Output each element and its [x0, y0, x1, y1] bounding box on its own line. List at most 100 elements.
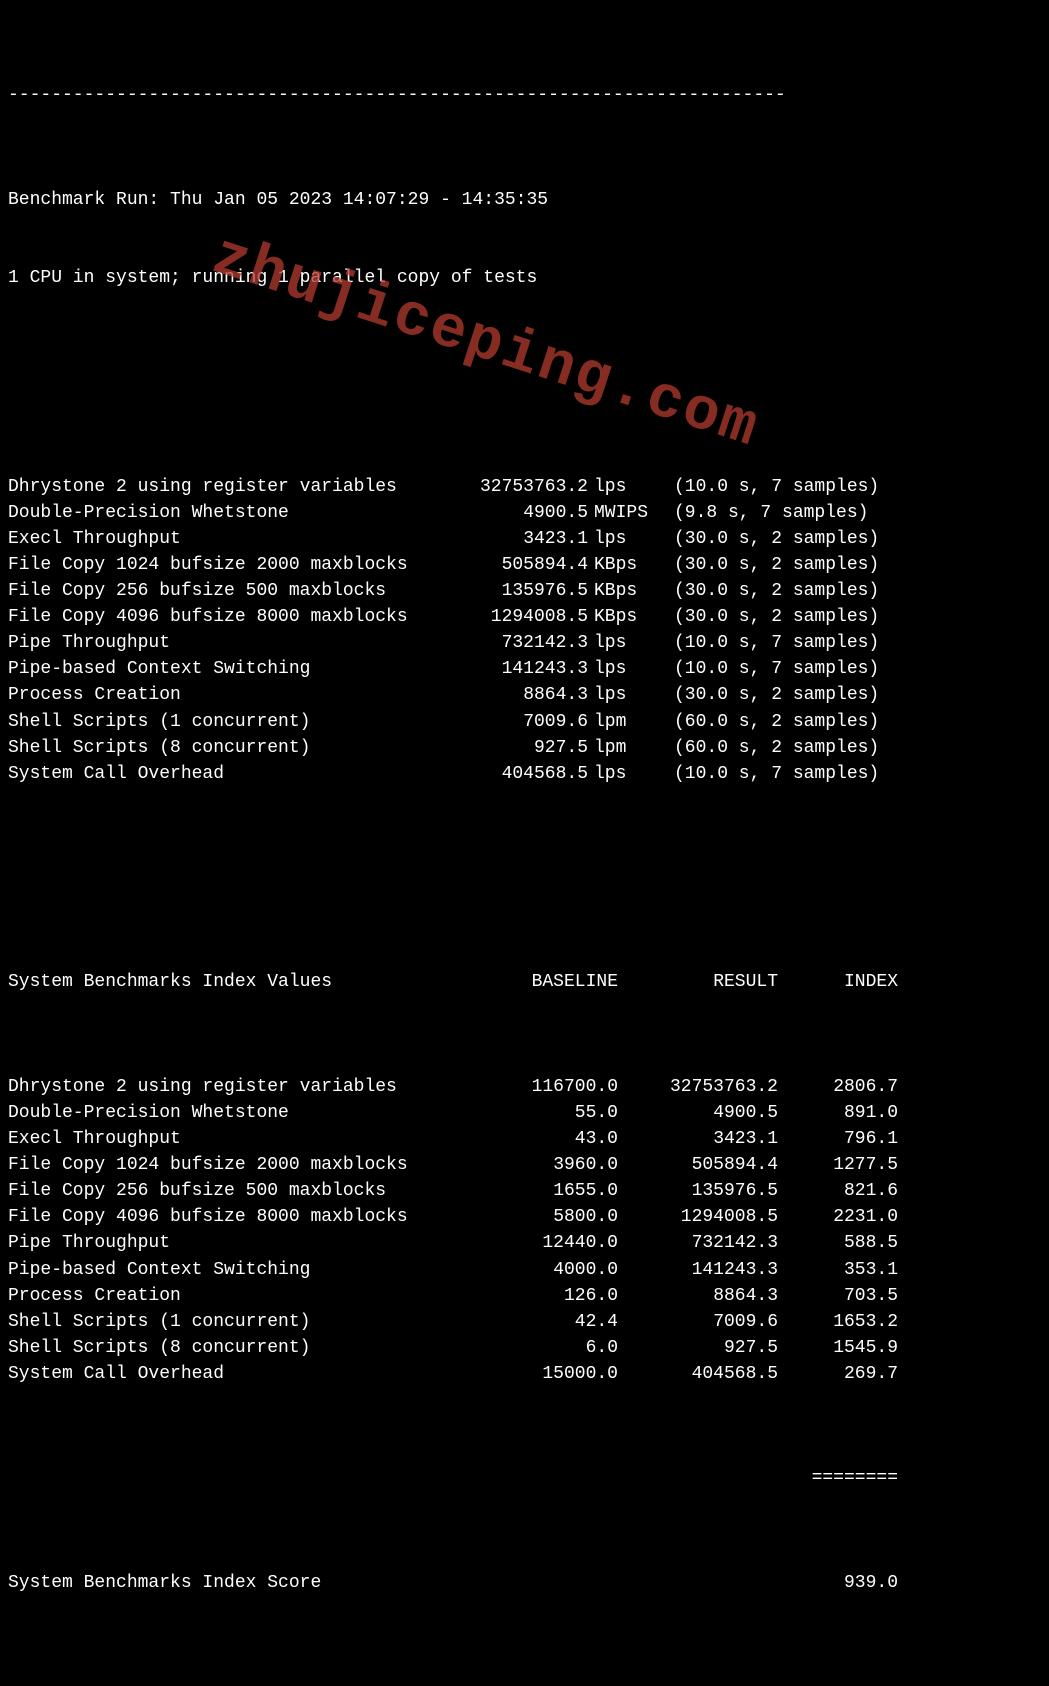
- result-unit: KBps: [588, 552, 654, 578]
- index-index: 796.1: [778, 1126, 898, 1152]
- result-value: 141243.3: [448, 656, 588, 682]
- result-unit: lpm: [588, 709, 654, 735]
- index-name: File Copy 256 bufsize 500 maxblocks: [8, 1178, 488, 1204]
- index-score-value: 939.0: [778, 1570, 898, 1596]
- index-row: Dhrystone 2 using register variables1167…: [8, 1074, 1041, 1100]
- index-baseline: 1655.0: [488, 1178, 618, 1204]
- index-baseline: 15000.0: [488, 1361, 618, 1387]
- index-index: 1277.5: [778, 1152, 898, 1178]
- result-name: Process Creation: [8, 682, 448, 708]
- index-row: File Copy 4096 bufsize 8000 maxblocks580…: [8, 1204, 1041, 1230]
- result-row: Execl Throughput3423.1lps(30.0 s, 2 samp…: [8, 526, 1041, 552]
- result-row: File Copy 256 bufsize 500 maxblocks13597…: [8, 578, 1041, 604]
- result-row: File Copy 1024 bufsize 2000 maxblocks505…: [8, 552, 1041, 578]
- result-unit: lps: [588, 761, 654, 787]
- index-header-row: System Benchmarks Index Values BASELINE …: [8, 969, 1041, 995]
- index-index: 1653.2: [778, 1309, 898, 1335]
- index-baseline: 6.0: [488, 1335, 618, 1361]
- result-meta: (30.0 s, 2 samples): [654, 526, 879, 552]
- result-unit: KBps: [588, 578, 654, 604]
- result-row: Pipe Throughput732142.3lps(10.0 s, 7 sam…: [8, 630, 1041, 656]
- result-unit: MWIPS: [588, 500, 654, 526]
- result-value: 1294008.5: [448, 604, 588, 630]
- index-index: 353.1: [778, 1257, 898, 1283]
- index-baseline: 3960.0: [488, 1152, 618, 1178]
- result-value: 732142.3: [448, 630, 588, 656]
- blank-line: [8, 865, 1041, 891]
- index-index: 269.7: [778, 1361, 898, 1387]
- index-row: Shell Scripts (8 concurrent)6.0927.51545…: [8, 1335, 1041, 1361]
- result-row: File Copy 4096 bufsize 8000 maxblocks129…: [8, 604, 1041, 630]
- index-result: 7009.6: [618, 1309, 778, 1335]
- index-row: Double-Precision Whetstone55.04900.5891.…: [8, 1100, 1041, 1126]
- result-name: File Copy 4096 bufsize 8000 maxblocks: [8, 604, 448, 630]
- result-meta: (30.0 s, 2 samples): [654, 552, 879, 578]
- result-row: Shell Scripts (8 concurrent)927.5lpm(60.…: [8, 735, 1041, 761]
- index-row: Pipe Throughput12440.0732142.3588.5: [8, 1230, 1041, 1256]
- index-index: 1545.9: [778, 1335, 898, 1361]
- index-baseline: 55.0: [488, 1100, 618, 1126]
- index-block: Dhrystone 2 using register variables1167…: [8, 1074, 1041, 1387]
- result-name: Pipe Throughput: [8, 630, 448, 656]
- result-unit: lps: [588, 474, 654, 500]
- result-row: Dhrystone 2 using register variables3275…: [8, 474, 1041, 500]
- watermark-text: zhujiceping.com: [201, 214, 770, 473]
- result-row: System Call Overhead404568.5lps(10.0 s, …: [8, 761, 1041, 787]
- index-result: 3423.1: [618, 1126, 778, 1152]
- index-baseline: 43.0: [488, 1126, 618, 1152]
- index-name: File Copy 4096 bufsize 8000 maxblocks: [8, 1204, 488, 1230]
- index-header-result: RESULT: [618, 969, 778, 995]
- index-result: 1294008.5: [618, 1204, 778, 1230]
- result-name: Dhrystone 2 using register variables: [8, 474, 448, 500]
- result-meta: (10.0 s, 7 samples): [654, 630, 879, 656]
- result-row: Pipe-based Context Switching141243.3lps(…: [8, 656, 1041, 682]
- index-index: 891.0: [778, 1100, 898, 1126]
- index-name: Double-Precision Whetstone: [8, 1100, 488, 1126]
- cpu-info-line: 1 CPU in system; running 1 parallel copy…: [8, 265, 1041, 291]
- result-row: Shell Scripts (1 concurrent)7009.6lpm(60…: [8, 709, 1041, 735]
- result-unit: lpm: [588, 735, 654, 761]
- index-row: System Call Overhead15000.0404568.5269.7: [8, 1361, 1041, 1387]
- index-index: 821.6: [778, 1178, 898, 1204]
- index-result: 8864.3: [618, 1283, 778, 1309]
- index-name: Pipe-based Context Switching: [8, 1257, 488, 1283]
- result-unit: lps: [588, 656, 654, 682]
- divider-line: ----------------------------------------…: [8, 82, 1041, 108]
- index-row: File Copy 256 bufsize 500 maxblocks1655.…: [8, 1178, 1041, 1204]
- index-result: 927.5: [618, 1335, 778, 1361]
- result-meta: (30.0 s, 2 samples): [654, 578, 879, 604]
- index-name: Dhrystone 2 using register variables: [8, 1074, 488, 1100]
- result-value: 927.5: [448, 735, 588, 761]
- result-name: File Copy 1024 bufsize 2000 maxblocks: [8, 552, 448, 578]
- index-result: 32753763.2: [618, 1074, 778, 1100]
- result-meta: (9.8 s, 7 samples): [654, 500, 868, 526]
- index-name: Pipe Throughput: [8, 1230, 488, 1256]
- index-result: 732142.3: [618, 1230, 778, 1256]
- index-result: 135976.5: [618, 1178, 778, 1204]
- index-baseline: 4000.0: [488, 1257, 618, 1283]
- result-value: 505894.4: [448, 552, 588, 578]
- result-meta: (10.0 s, 7 samples): [654, 761, 879, 787]
- result-value: 32753763.2: [448, 474, 588, 500]
- result-unit: lps: [588, 630, 654, 656]
- index-name: Execl Throughput: [8, 1126, 488, 1152]
- result-name: System Call Overhead: [8, 761, 448, 787]
- index-row: Pipe-based Context Switching4000.0141243…: [8, 1257, 1041, 1283]
- result-name: Execl Throughput: [8, 526, 448, 552]
- index-row: Shell Scripts (1 concurrent)42.47009.616…: [8, 1309, 1041, 1335]
- index-separator: ========: [778, 1465, 898, 1491]
- result-meta: (30.0 s, 2 samples): [654, 682, 879, 708]
- index-name: Process Creation: [8, 1283, 488, 1309]
- result-value: 3423.1: [448, 526, 588, 552]
- result-name: Pipe-based Context Switching: [8, 656, 448, 682]
- result-row: Double-Precision Whetstone4900.5MWIPS(9.…: [8, 500, 1041, 526]
- result-row: Process Creation8864.3lps(30.0 s, 2 samp…: [8, 682, 1041, 708]
- result-name: Double-Precision Whetstone: [8, 500, 448, 526]
- result-meta: (60.0 s, 2 samples): [654, 709, 879, 735]
- index-result: 404568.5: [618, 1361, 778, 1387]
- index-index: 2806.7: [778, 1074, 898, 1100]
- index-header-index: INDEX: [778, 969, 898, 995]
- result-meta: (60.0 s, 2 samples): [654, 735, 879, 761]
- result-name: File Copy 256 bufsize 500 maxblocks: [8, 578, 448, 604]
- index-index: 2231.0: [778, 1204, 898, 1230]
